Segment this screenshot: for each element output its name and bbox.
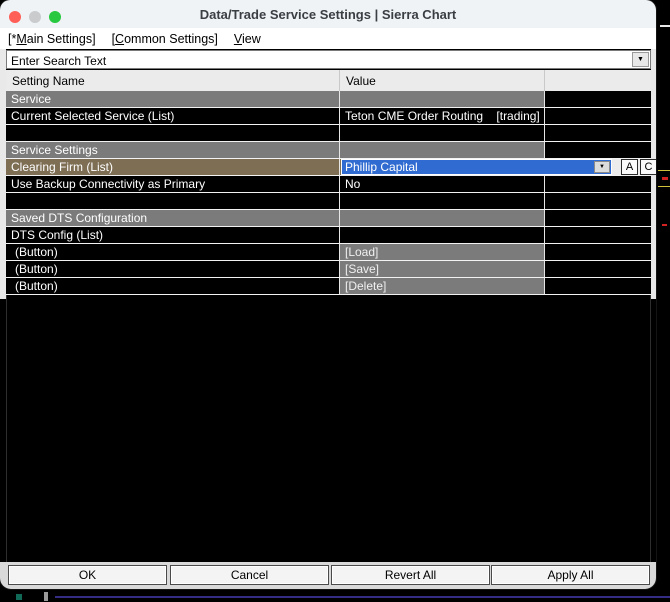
footer-button-bar: OK Cancel Revert All Apply All bbox=[0, 562, 656, 589]
search-input[interactable] bbox=[7, 51, 631, 69]
row-name: Saved DTS Configuration bbox=[6, 210, 340, 226]
row-extra bbox=[545, 278, 651, 294]
minimize-button[interactable] bbox=[29, 11, 41, 23]
chevron-down-icon: ▼ bbox=[599, 164, 605, 170]
clearing-firm-dropdown-button[interactable]: ▼ bbox=[594, 161, 610, 173]
cancel-button[interactable]: Cancel bbox=[170, 565, 329, 585]
chart-fragment bbox=[44, 592, 48, 601]
row-value[interactable]: Teton CME Order Routing [trading] bbox=[340, 108, 545, 124]
ok-button[interactable]: OK bbox=[8, 565, 167, 585]
menu-view[interactable]: View bbox=[234, 32, 261, 46]
table-row-blank bbox=[6, 125, 651, 142]
table-row-blank bbox=[6, 193, 651, 210]
chart-fragment bbox=[16, 594, 22, 600]
screen: { "window": { "title": "Data/Trade Servi… bbox=[0, 0, 670, 602]
column-header-value[interactable]: Value bbox=[340, 70, 545, 91]
chart-fragment bbox=[662, 177, 668, 180]
chart-fragment bbox=[658, 170, 670, 171]
row-value bbox=[340, 142, 545, 158]
row-extra bbox=[545, 193, 651, 209]
row-name bbox=[6, 193, 340, 209]
zoom-button[interactable] bbox=[49, 11, 61, 23]
titlebar[interactable]: Data/Trade Service Settings | Sierra Cha… bbox=[0, 0, 656, 28]
table-row-section-saved-dts: Saved DTS Configuration bbox=[6, 210, 651, 227]
row-name: Service Settings bbox=[6, 142, 340, 158]
search-combo: ▼ bbox=[6, 50, 651, 69]
menu-main-settings[interactable]: [*Main Settings] bbox=[8, 32, 96, 46]
table-row-delete-button[interactable]: (Button) [Delete] bbox=[6, 278, 651, 295]
table-empty-area bbox=[6, 295, 651, 562]
row-extra bbox=[545, 142, 651, 158]
chart-bottom-line bbox=[55, 596, 670, 598]
chart-fragment bbox=[662, 224, 667, 226]
chevron-down-icon: ▼ bbox=[637, 56, 644, 63]
row-name bbox=[6, 125, 340, 141]
row-extra bbox=[545, 244, 651, 260]
close-button[interactable] bbox=[9, 11, 21, 23]
row-name: DTS Config (List) bbox=[6, 227, 340, 243]
row-extra bbox=[545, 261, 651, 277]
table-row-clearing-firm[interactable]: Clearing Firm (List) Phillip Capital ▼ A… bbox=[6, 159, 656, 176]
table-header: Setting Name Value bbox=[6, 70, 651, 91]
chart-fragment bbox=[658, 186, 670, 187]
chart-fragment bbox=[660, 25, 670, 27]
table-row-current-service[interactable]: Current Selected Service (List) Teton CM… bbox=[6, 108, 651, 125]
window-title: Data/Trade Service Settings | Sierra Cha… bbox=[199, 6, 457, 22]
row-value bbox=[340, 210, 545, 226]
row-value[interactable]: No bbox=[340, 176, 545, 192]
row-name: (Button) bbox=[6, 244, 340, 260]
table-row-use-backup[interactable]: Use Backup Connectivity as Primary No bbox=[6, 176, 651, 193]
settings-dialog: Data/Trade Service Settings | Sierra Cha… bbox=[0, 0, 656, 589]
save-button[interactable]: [Save] bbox=[340, 261, 545, 277]
load-button[interactable]: [Load] bbox=[340, 244, 545, 260]
table-row-dts-config[interactable]: DTS Config (List) bbox=[6, 227, 651, 244]
clearing-firm-a-button[interactable]: A bbox=[621, 159, 638, 175]
table-row-section-service: Service bbox=[6, 91, 651, 108]
menu-common-settings[interactable]: [Common Settings] bbox=[112, 32, 218, 46]
row-extra bbox=[545, 176, 651, 192]
table-row-load-button[interactable]: (Button) [Load] bbox=[6, 244, 651, 261]
row-extra bbox=[545, 227, 651, 243]
column-header-setting-name[interactable]: Setting Name bbox=[6, 70, 340, 91]
clearing-firm-c-button[interactable]: C bbox=[640, 159, 656, 175]
row-name: Clearing Firm (List) bbox=[6, 159, 340, 175]
row-value[interactable] bbox=[340, 227, 545, 243]
apply-all-button[interactable]: Apply All bbox=[491, 565, 650, 585]
row-value bbox=[340, 91, 545, 107]
row-name: (Button) bbox=[6, 278, 340, 294]
clearing-firm-selected-value: Phillip Capital bbox=[345, 160, 418, 174]
table-row-save-button[interactable]: (Button) [Save] bbox=[6, 261, 651, 278]
menu-bar: [*Main Settings] [Common Settings] View bbox=[0, 28, 656, 49]
row-extra bbox=[545, 91, 651, 107]
row-extra bbox=[545, 210, 651, 226]
row-name: Current Selected Service (List) bbox=[6, 108, 340, 124]
clearing-firm-combo[interactable]: Phillip Capital ▼ bbox=[341, 159, 612, 175]
delete-button[interactable]: [Delete] bbox=[340, 278, 545, 294]
row-name: Use Backup Connectivity as Primary bbox=[6, 176, 340, 192]
row-name: (Button) bbox=[6, 261, 340, 277]
row-value bbox=[340, 193, 545, 209]
column-header-extra bbox=[545, 70, 651, 91]
traffic-lights bbox=[9, 11, 61, 23]
search-dropdown-button[interactable]: ▼ bbox=[632, 52, 649, 67]
table-row-section-service-settings: Service Settings bbox=[6, 142, 651, 159]
row-extra bbox=[545, 125, 651, 141]
row-value bbox=[340, 125, 545, 141]
revert-all-button[interactable]: Revert All bbox=[331, 565, 490, 585]
row-extra bbox=[545, 108, 651, 124]
row-name: Service bbox=[6, 91, 340, 107]
